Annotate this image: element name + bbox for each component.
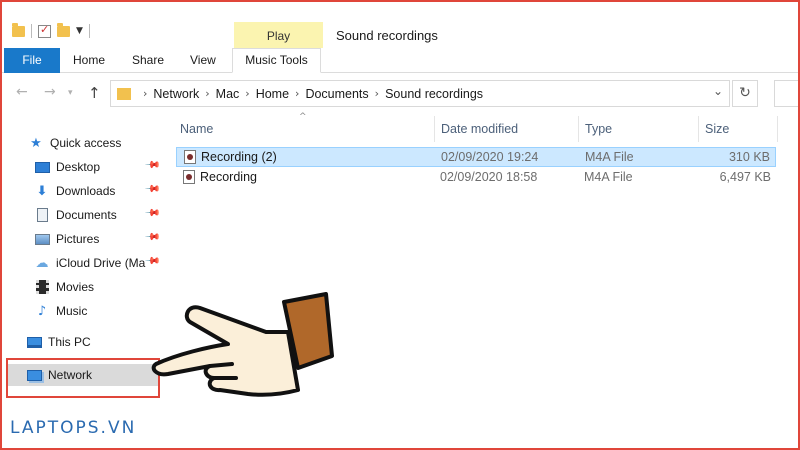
sidebar-item-label: Downloads xyxy=(56,184,116,198)
breadcrumb-documents[interactable]: Documents xyxy=(305,87,368,101)
up-arrow-icon[interactable]: ↑ xyxy=(88,84,101,102)
sidebar-item-movies[interactable]: Movies xyxy=(34,276,162,298)
pin-icon: 📌 xyxy=(143,205,161,222)
breadcrumb-separator-icon[interactable]: › xyxy=(143,87,147,100)
audio-file-icon xyxy=(184,150,196,164)
network-highlight-box xyxy=(6,358,160,398)
computer-icon xyxy=(26,334,42,350)
sidebar-item-label: Music xyxy=(56,304,88,318)
file-name: Recording xyxy=(200,170,257,184)
column-header-date-modified[interactable]: Date modified xyxy=(441,116,518,142)
audio-file-icon xyxy=(183,170,195,184)
column-header-size[interactable]: Size xyxy=(705,116,729,142)
column-header-type[interactable]: Type xyxy=(585,116,612,142)
pin-icon: 📌 xyxy=(143,157,161,174)
column-divider[interactable] xyxy=(434,116,435,142)
watermark-logo: LAPTOPS.VN xyxy=(10,418,137,438)
column-header-name[interactable]: Name xyxy=(180,116,213,142)
tab-music-tools[interactable]: Music Tools xyxy=(232,48,321,73)
movies-icon xyxy=(34,279,50,295)
title-bar: ▼ Play Sound recordings xyxy=(2,2,798,50)
sidebar-item-label: Documents xyxy=(56,208,117,222)
sidebar-item-label: Movies xyxy=(56,280,95,294)
back-arrow-icon[interactable]: ← xyxy=(16,84,28,100)
folder-icon xyxy=(117,88,131,100)
breadcrumb-separator-icon[interactable]: › xyxy=(205,87,209,100)
column-divider[interactable] xyxy=(698,116,699,142)
breadcrumb-separator-icon[interactable]: › xyxy=(375,87,379,100)
address-bar[interactable]: › Network › Mac › Home › Documents › Sou… xyxy=(110,80,730,107)
file-type: M4A File xyxy=(584,170,633,184)
sidebar-item-icloud-drive[interactable]: ☁ iCloud Drive (Ma 📌 xyxy=(34,252,162,274)
quick-access-toolbar: ▼ xyxy=(12,22,90,38)
tab-view[interactable]: View xyxy=(190,48,216,73)
pointing-hand-icon xyxy=(151,292,334,397)
sidebar-item-documents[interactable]: Documents 📌 xyxy=(34,204,162,226)
tab-file[interactable]: File xyxy=(4,48,60,73)
properties-icon[interactable] xyxy=(38,23,51,38)
recent-locations-chevron-icon[interactable]: ▾ xyxy=(68,88,73,98)
breadcrumb: › Network › Mac › Home › Documents › Sou… xyxy=(137,81,483,106)
table-row[interactable]: Recording 02/09/2020 18:58 M4A File 6,49… xyxy=(176,168,776,188)
address-dropdown-icon[interactable]: ⌄ xyxy=(713,84,723,98)
breadcrumb-home[interactable]: Home xyxy=(256,87,289,101)
column-divider[interactable] xyxy=(777,116,778,142)
folder-icon[interactable] xyxy=(12,22,25,37)
sidebar-item-label: Pictures xyxy=(56,232,100,246)
sidebar-item-label: Quick access xyxy=(50,136,122,150)
tab-home[interactable]: Home xyxy=(73,48,105,73)
file-date-modified: 02/09/2020 18:58 xyxy=(440,170,538,184)
customize-toolbar-dropdown-icon[interactable]: ▼ xyxy=(76,26,83,36)
sidebar-item-music[interactable]: ♪ Music xyxy=(34,300,162,322)
sidebar-item-label: Desktop xyxy=(56,160,101,174)
breadcrumb-network[interactable]: Network xyxy=(153,87,199,101)
column-divider[interactable] xyxy=(578,116,579,142)
navigation-bar: ← → ▾ ↑ › Network › Mac › Home › Documen… xyxy=(2,78,798,110)
new-folder-icon[interactable] xyxy=(57,22,70,37)
search-input[interactable] xyxy=(774,80,798,107)
window-title: Sound recordings xyxy=(336,28,438,43)
documents-icon xyxy=(34,207,50,223)
desktop-icon xyxy=(34,159,50,175)
contextual-tab-group: Play xyxy=(234,22,323,50)
breadcrumb-separator-icon[interactable]: › xyxy=(295,87,299,100)
file-size: 310 KB xyxy=(728,150,770,164)
sidebar-item-quick-access[interactable]: ★ Quick access xyxy=(28,132,188,154)
sidebar-item-downloads[interactable]: ⬇ Downloads 📌 xyxy=(34,180,162,202)
ribbon-tabs: File Home Share View Music Tools xyxy=(2,48,798,73)
breadcrumb-separator-icon[interactable]: › xyxy=(245,87,249,100)
refresh-icon[interactable]: ↻ xyxy=(732,80,758,107)
toolbar-divider xyxy=(88,24,90,38)
music-icon: ♪ xyxy=(37,303,47,319)
download-icon: ⬇ xyxy=(36,183,48,199)
sidebar-item-desktop[interactable]: Desktop 📌 xyxy=(34,156,162,178)
forward-arrow-icon[interactable]: → xyxy=(44,84,56,100)
pin-icon: 📌 xyxy=(143,229,161,246)
sidebar-item-pictures[interactable]: Pictures 📌 xyxy=(34,228,162,250)
pin-icon: 📌 xyxy=(143,181,161,198)
file-name: Recording (2) xyxy=(201,150,277,164)
pictures-icon xyxy=(34,231,50,247)
table-row[interactable]: Recording (2) 02/09/2020 19:24 M4A File … xyxy=(176,147,776,167)
sort-ascending-icon: ^ xyxy=(299,112,307,122)
file-date-modified: 02/09/2020 19:24 xyxy=(441,150,539,164)
tab-share[interactable]: Share xyxy=(132,48,164,73)
breadcrumb-sound-recordings[interactable]: Sound recordings xyxy=(385,87,483,101)
star-icon: ★ xyxy=(30,135,42,151)
breadcrumb-mac[interactable]: Mac xyxy=(216,87,240,101)
sidebar-item-this-pc[interactable]: This PC xyxy=(26,331,162,353)
toolbar-divider xyxy=(31,24,32,38)
sidebar-item-label: iCloud Drive (Ma xyxy=(56,256,146,270)
pin-icon: 📌 xyxy=(143,253,161,270)
cloud-icon: ☁ xyxy=(35,255,49,271)
sidebar-item-label: This PC xyxy=(48,335,91,349)
file-size: 6,497 KB xyxy=(719,170,771,184)
file-type: M4A File xyxy=(585,150,634,164)
